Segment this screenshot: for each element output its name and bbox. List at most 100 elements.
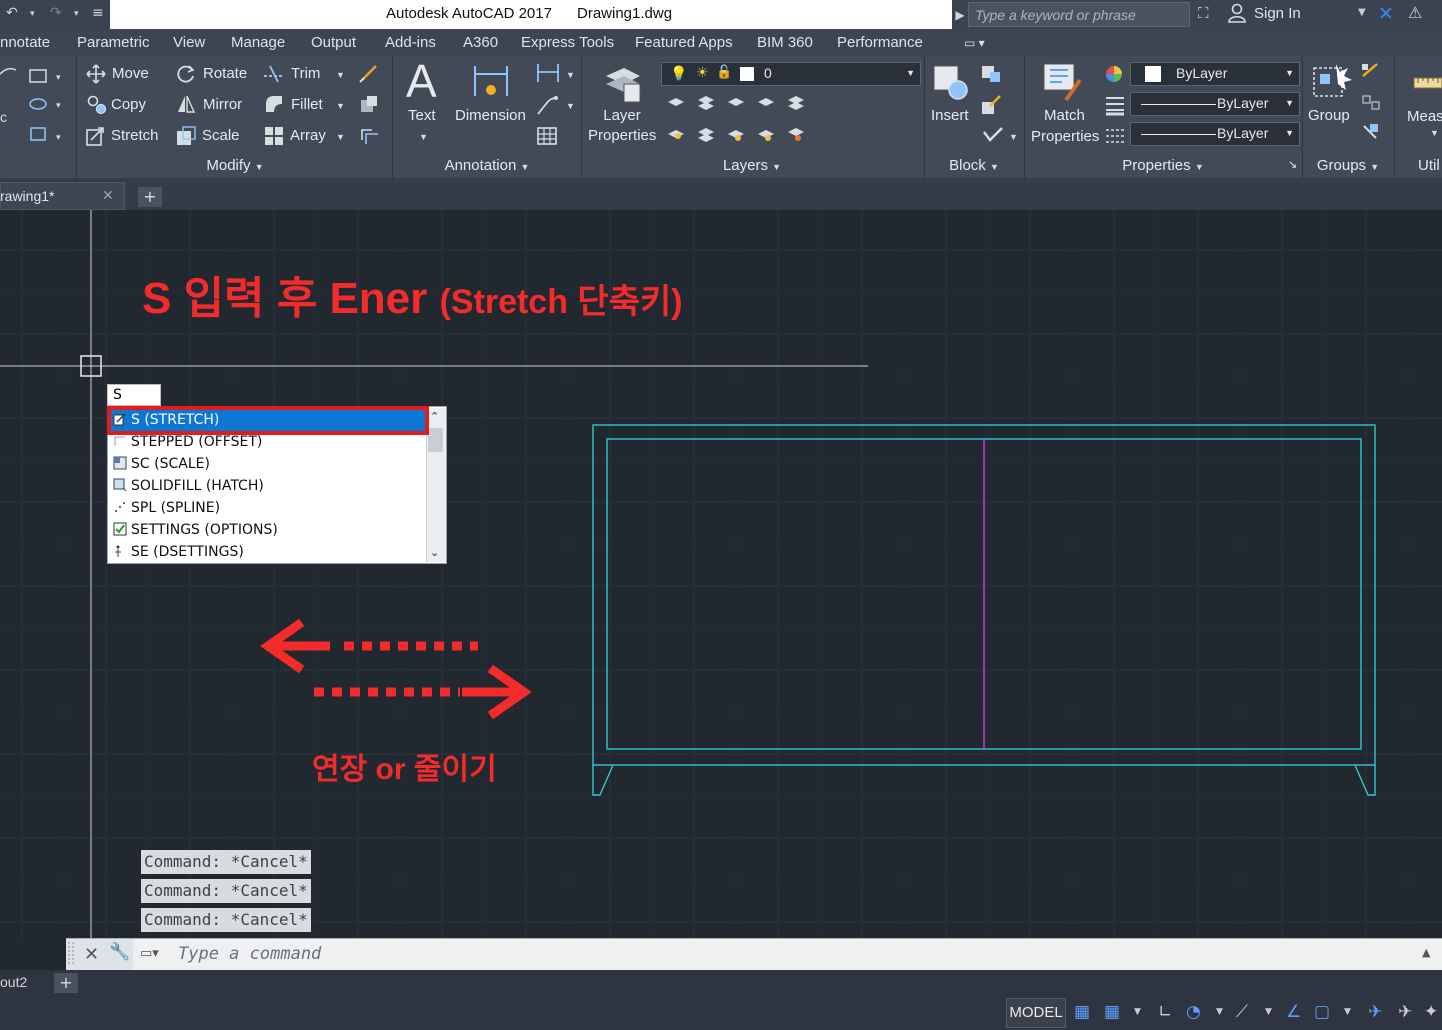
tab-featured-apps[interactable]: Featured Apps: [635, 34, 733, 51]
dimension-button[interactable]: Dimension: [455, 106, 526, 126]
suggestion-item[interactable]: SETTINGS (OPTIONS): [110, 519, 428, 541]
tab-add-ins[interactable]: Add-ins: [385, 34, 436, 51]
measure-button[interactable]: Meas: [1407, 108, 1442, 125]
tab-express-tools[interactable]: Express Tools: [521, 34, 614, 51]
qat-menu-icon[interactable]: ≡: [92, 5, 104, 21]
layer-properties-line2[interactable]: Properties: [588, 126, 656, 146]
lineweight-icon[interactable]: [1104, 94, 1126, 116]
grip-handle-icon[interactable]: [66, 940, 78, 968]
copy-button[interactable]: Copy: [111, 96, 146, 113]
annotation-visibility-icon[interactable]: ✈: [1398, 1002, 1412, 1022]
suggestion-item[interactable]: SPL (SPLINE): [110, 497, 428, 519]
create-block-icon[interactable]: [980, 62, 1002, 84]
isodraft-dropdown-icon[interactable]: ▼: [1265, 1007, 1272, 1017]
array-dropdown-icon[interactable]: ▼: [336, 132, 345, 142]
polar-dropdown-icon[interactable]: ▼: [1216, 1007, 1223, 1017]
exchange-apps-icon[interactable]: ✕: [1378, 3, 1394, 25]
measure-dropdown-icon[interactable]: ▼: [1430, 128, 1439, 138]
fillet-button[interactable]: Fillet: [291, 96, 323, 113]
isodraft-icon[interactable]: ⟋: [1236, 1002, 1248, 1022]
command-field[interactable]: [178, 941, 1408, 967]
scroll-up-icon[interactable]: ⌃: [430, 410, 439, 423]
stretch-button[interactable]: Stretch: [111, 127, 159, 144]
text-button[interactable]: Text: [408, 106, 436, 126]
polar-tracking-icon[interactable]: ◔: [1186, 1002, 1201, 1022]
autodesk-360-icon[interactable]: ⚠: [1408, 3, 1422, 22]
snap-mode-icon[interactable]: ▦: [1104, 1002, 1120, 1022]
object-snap-tracking-icon[interactable]: ∠: [1286, 1002, 1301, 1022]
tab-performance[interactable]: Performance: [837, 34, 923, 51]
leader-dropdown-icon[interactable]: ▼: [566, 101, 575, 111]
new-tab-plus-icon[interactable]: +: [138, 187, 162, 207]
command-prompt-icon[interactable]: ▭▾: [140, 946, 159, 961]
properties-launcher-icon[interactable]: ↘: [1288, 158, 1297, 171]
linear-dim-icon[interactable]: [536, 62, 560, 84]
modify-panel-label[interactable]: Modify ▼: [80, 156, 390, 178]
text-dropdown-icon[interactable]: ▼: [419, 127, 428, 147]
color-wheel-icon[interactable]: [1104, 64, 1124, 84]
ortho-icon[interactable]: ∟: [1158, 1002, 1172, 1022]
model-space-button[interactable]: MODEL: [1006, 998, 1066, 1028]
undo-icon[interactable]: ↶: [6, 5, 18, 21]
linear-dropdown-icon[interactable]: ▼: [566, 70, 575, 80]
group-button[interactable]: Group: [1308, 106, 1350, 126]
close-icon[interactable]: ✕: [84, 944, 99, 965]
dynamic-input[interactable]: S: [107, 384, 161, 406]
auto-scale-icon[interactable]: ✦: [1424, 1002, 1438, 1022]
suggestion-item[interactable]: SOLIDFILL (HATCH): [110, 475, 428, 497]
block-dropdown-icon[interactable]: ▼: [1009, 132, 1018, 142]
properties-panel-label[interactable]: Properties ▼: [1025, 156, 1301, 178]
table-icon[interactable]: [536, 126, 558, 146]
erase-icon[interactable]: [358, 62, 380, 84]
match-properties-line2[interactable]: Properties: [1031, 127, 1099, 147]
tab-manage[interactable]: Manage: [231, 34, 285, 51]
lineweight-dropdown[interactable]: ByLayer ▼: [1130, 122, 1300, 146]
array-button[interactable]: Array: [290, 127, 326, 144]
explode-icon[interactable]: [358, 94, 380, 116]
linetype-dropdown[interactable]: ByLayer ▼: [1130, 92, 1300, 116]
chevron-down-icon[interactable]: ▼: [1358, 7, 1366, 18]
close-icon[interactable]: ✕: [102, 188, 114, 204]
tab-view[interactable]: View: [173, 34, 205, 51]
command-history-up-icon[interactable]: ▲: [1422, 946, 1430, 959]
fillet-dropdown-icon[interactable]: ▼: [336, 101, 345, 111]
command-input[interactable]: [178, 941, 1408, 967]
insert-button[interactable]: Insert: [931, 106, 969, 126]
search-expand-icon[interactable]: ▶: [952, 4, 968, 26]
scale-button[interactable]: Scale: [202, 127, 240, 144]
scroll-down-icon[interactable]: ⌄: [430, 546, 439, 559]
mirror-button[interactable]: Mirror: [203, 96, 242, 113]
block-panel-label[interactable]: Block ▼: [925, 156, 1023, 178]
leader-icon[interactable]: [536, 94, 560, 116]
linetype-icon[interactable]: [1104, 124, 1126, 146]
group-tools-icons[interactable]: [1360, 62, 1382, 152]
redo-dropdown-icon[interactable]: ▾: [74, 9, 79, 19]
snap-dropdown-icon[interactable]: ▼: [1134, 1007, 1141, 1017]
undo-dropdown-icon[interactable]: ▾: [30, 9, 35, 19]
offset-icon[interactable]: [358, 124, 380, 146]
user-icon[interactable]: [1228, 3, 1246, 23]
suggestion-item[interactable]: SE (DSETTINGS): [110, 541, 428, 563]
trim-dropdown-icon[interactable]: ▼: [336, 70, 345, 80]
layer-dropdown[interactable]: 💡 ☀ 🔓 0 ▼: [661, 62, 921, 86]
draw-tools-partial[interactable]: c ▾ ▾ ▾: [0, 64, 70, 144]
ribbon-minimize-icon[interactable]: ▭ ▾: [964, 36, 985, 50]
scroll-thumb[interactable]: [428, 428, 443, 452]
rotate-button[interactable]: Rotate: [203, 65, 247, 82]
block-attribute-icon[interactable]: [982, 124, 1004, 146]
trim-button[interactable]: Trim: [291, 65, 320, 82]
layer-tools-icons[interactable]: [664, 92, 814, 152]
search-box[interactable]: [968, 2, 1190, 27]
sign-in-button[interactable]: Sign In: [1254, 5, 1301, 22]
color-dropdown[interactable]: ByLayer ▼: [1130, 62, 1300, 86]
tab-a360[interactable]: A360: [463, 34, 498, 51]
search-input[interactable]: [969, 3, 1189, 26]
move-button[interactable]: Move: [112, 65, 149, 82]
new-layout-plus-icon[interactable]: +: [54, 973, 78, 993]
suggestion-item[interactable]: SC (SCALE): [110, 453, 428, 475]
wrench-icon[interactable]: 🔧: [109, 942, 130, 962]
object-snap-icon[interactable]: ▢: [1314, 1002, 1330, 1022]
document-tab-name[interactable]: rawing1*: [0, 188, 54, 204]
grid-display-icon[interactable]: ▦: [1074, 1002, 1090, 1022]
binoculars-icon[interactable]: ⛶: [1198, 4, 1209, 22]
